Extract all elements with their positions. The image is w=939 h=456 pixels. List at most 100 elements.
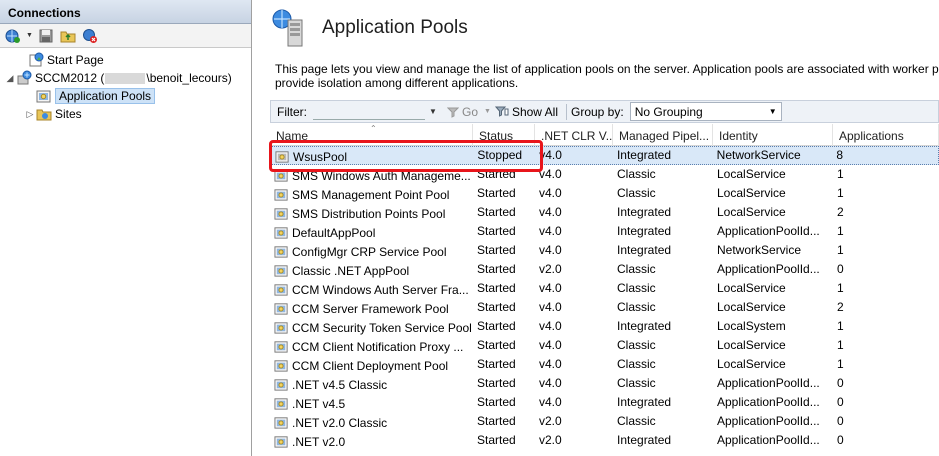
cell-apps: 2 xyxy=(833,298,939,317)
folder-up-icon[interactable] xyxy=(59,27,77,45)
table-row[interactable]: .NET v4.5 Classic Started v4.0 Classic Appli… xyxy=(270,374,939,393)
cell-name: ConfigMgr CRP Service Pool xyxy=(270,241,473,260)
cell-text: SMS Distribution Points Pool xyxy=(292,206,446,221)
table-row[interactable]: .NET v4.5 Started v4.0 Integrated Applicatio… xyxy=(270,393,939,412)
tree-item-label: Application Pools xyxy=(55,88,156,104)
cell-name: SMS Distribution Points Pool xyxy=(270,203,473,222)
group-by-select[interactable]: No Grouping ▼ xyxy=(629,102,782,121)
table-row[interactable]: .NET v2.0 Classic Started v2.0 Classic Appli… xyxy=(270,412,939,431)
column-header-clr[interactable]: .NET CLR V... xyxy=(535,124,613,146)
cell-apps: 1 xyxy=(833,317,939,336)
cell-pipeline: Classic xyxy=(613,184,713,203)
tree-item-start-page[interactable]: Start Page xyxy=(0,51,251,69)
filter-dropdown-icon[interactable]: ▼ xyxy=(429,107,441,116)
table-row[interactable]: DefaultAppPool Started v4.0 Integrated Appli… xyxy=(270,222,939,241)
cell-apps: 0 xyxy=(833,431,939,450)
tree-item-server[interactable]: ◢ SCCM2012 (\benoit_lecours) xyxy=(0,69,251,87)
cell-clr: v2.0 xyxy=(535,260,613,279)
column-header-identity[interactable]: Identity xyxy=(713,124,833,146)
cell-identity: LocalService xyxy=(713,355,833,374)
cell-identity: NetworkService xyxy=(713,146,833,165)
filter-input[interactable] xyxy=(313,103,425,120)
table-row[interactable]: CCM Security Token Service Pool Started v4… xyxy=(270,317,939,336)
cell-text: Classic xyxy=(617,338,656,352)
redacted-block xyxy=(105,73,146,85)
connect-dropdown-icon[interactable]: ▼ xyxy=(26,32,33,39)
cell-text: Classic xyxy=(617,414,656,428)
cell-text: Started xyxy=(477,357,516,371)
cell-pipeline: Classic xyxy=(613,355,713,374)
cell-clr: v4.0 xyxy=(535,146,613,165)
save-icon[interactable] xyxy=(37,27,55,45)
app-pool-icon xyxy=(274,398,288,410)
globe-connect-icon[interactable] xyxy=(4,27,22,45)
cell-status: Started xyxy=(473,279,535,298)
cell-name: .NET v4.5 Classic xyxy=(270,374,473,393)
table-row[interactable]: CCM Windows Auth Server Fra... Started v4.… xyxy=(270,279,939,298)
cell-text: CCM Security Token Service Pool xyxy=(292,320,472,335)
connections-header: Connections xyxy=(0,0,251,24)
cell-name: Classic .NET AppPool xyxy=(270,260,473,279)
cell-clr: v4.0 xyxy=(535,165,613,184)
column-header-pipeline[interactable]: Managed Pipel... xyxy=(613,124,713,146)
cell-text: 1 xyxy=(837,357,844,371)
cell-clr: v4.0 xyxy=(535,279,613,298)
cell-text: v4.0 xyxy=(539,205,562,219)
cell-status: Started xyxy=(473,184,535,203)
app-pool-icon xyxy=(274,417,288,429)
expand-chevron-icon[interactable]: ▷ xyxy=(24,109,36,120)
cell-text: 2 xyxy=(837,205,844,219)
cell-text: v4.0 xyxy=(539,186,562,200)
cell-text: 2 xyxy=(837,300,844,314)
table-row[interactable]: Classic .NET AppPool Started v2.0 Classic Ap… xyxy=(270,260,939,279)
tree-item-sites[interactable]: ▷ Sites xyxy=(0,105,251,123)
table-row[interactable]: ConfigMgr CRP Service Pool Started v4.0 Int… xyxy=(270,241,939,260)
cell-text: .NET v4.5 Classic xyxy=(292,377,388,392)
table-row[interactable]: .NET v2.0 Started v2.0 Integrated Applicatio… xyxy=(270,431,939,450)
cell-apps: 0 xyxy=(833,374,939,393)
cell-text: NetworkService xyxy=(717,243,802,257)
cell-name: CCM Server Framework Pool xyxy=(270,298,473,317)
go-dropdown-icon[interactable]: ▼ xyxy=(484,108,491,115)
show-all-button[interactable]: Show All xyxy=(494,105,558,119)
collapse-chevron-icon[interactable]: ◢ xyxy=(4,73,16,84)
cell-text: 0 xyxy=(837,395,844,409)
cell-identity: NetworkService xyxy=(713,241,833,260)
table-row[interactable]: CCM Server Framework Pool Started v4.0 Clas… xyxy=(270,298,939,317)
cell-text: Started xyxy=(477,395,516,409)
cell-status: Started xyxy=(473,241,535,260)
column-header-applications[interactable]: Applications xyxy=(833,124,939,146)
go-funnel-icon xyxy=(447,107,459,118)
cell-text: ApplicationPoolId... xyxy=(717,262,820,276)
cell-text: 1 xyxy=(837,186,844,200)
table-row[interactable]: CCM Client Deployment Pool Started v4.0 Cla… xyxy=(270,355,939,374)
disconnect-icon[interactable] xyxy=(81,27,99,45)
app-pool-icon xyxy=(274,341,288,353)
cell-text: .NET v4.5 xyxy=(292,396,346,411)
cell-text: v4.0 xyxy=(539,338,562,352)
go-label: Go xyxy=(462,104,479,119)
cell-text: Classic xyxy=(617,376,656,390)
cell-apps: 2 xyxy=(833,203,939,222)
cell-pipeline: Integrated xyxy=(613,317,713,336)
tree-item-application-pools[interactable]: Application Pools xyxy=(0,87,251,105)
cell-pipeline: Integrated xyxy=(613,241,713,260)
cell-text: Integrated xyxy=(616,148,672,162)
cell-identity: LocalService xyxy=(713,203,833,222)
go-button[interactable]: Go xyxy=(447,105,478,119)
table-row[interactable]: SMS Management Point Pool Started v4.0 Clas… xyxy=(270,184,939,203)
sites-folder-icon xyxy=(36,106,52,122)
cell-name: .NET v2.0 xyxy=(270,431,473,450)
table-row[interactable]: CCM Client Notification Proxy ... Started… xyxy=(270,336,939,355)
start-page-icon xyxy=(28,52,44,68)
table-row[interactable]: SMS Distribution Points Pool Started v4.0 I… xyxy=(270,203,939,222)
cell-status: Started xyxy=(473,203,535,222)
cell-pipeline: Classic xyxy=(613,260,713,279)
cell-text: Classic xyxy=(617,186,656,200)
grid-body: WsusPool Stopped v4.0 Integrated NetworkServ… xyxy=(270,146,939,450)
cell-text: LocalService xyxy=(717,167,786,181)
sort-ascending-icon: ⌃ xyxy=(370,124,377,133)
cell-text: CCM Windows Auth Server Fra... xyxy=(292,282,469,297)
cell-text: 1 xyxy=(837,338,844,352)
cell-text: ApplicationPoolId... xyxy=(717,376,820,390)
